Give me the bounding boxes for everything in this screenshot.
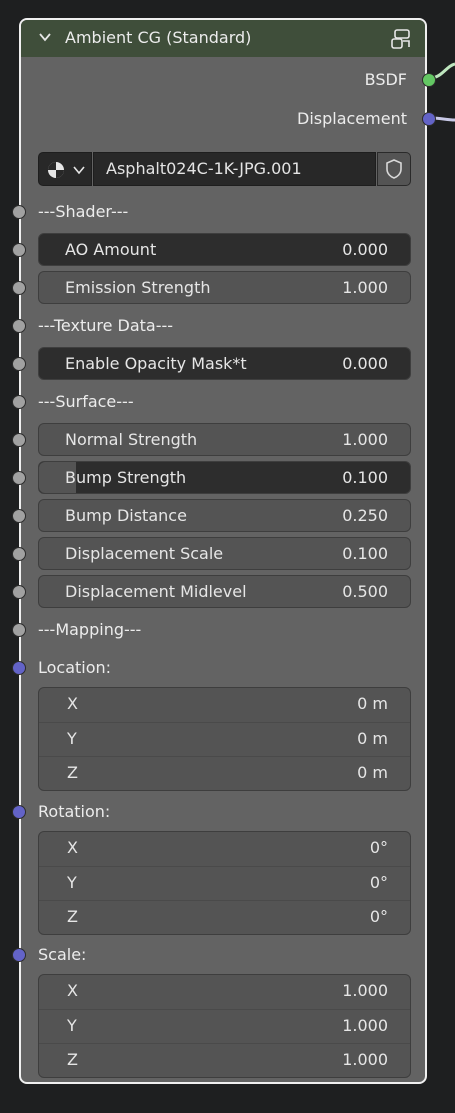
axis-z-label: Z [67,1050,78,1069]
enable-opacity-mask-label: Enable Opacity Mask*t [65,354,247,373]
displacement-midlevel-field[interactable]: Displacement Midlevel 0.500 [38,575,411,608]
scale-vector: X 1.000 Y 1.000 Z 1.000 [38,974,411,1078]
emission-strength-value: 1.000 [342,278,388,297]
scale-x-value: 1.000 [342,981,388,1000]
axis-y-label: Y [67,1016,77,1035]
input-socket-mapping-section[interactable] [12,623,26,637]
normal-strength-label: Normal Strength [65,430,198,449]
input-socket-normal-strength[interactable] [12,433,26,447]
location-x-value: 0 m [357,694,388,713]
datablock-name-field[interactable]: Asphalt024C-1K-JPG.001 [93,152,376,186]
axis-x-label: X [67,694,78,713]
rotation-y-field[interactable]: Y 0° [39,866,410,901]
displacement-scale-label: Displacement Scale [65,544,224,563]
input-socket-emission-strength[interactable] [12,281,26,295]
material-sphere-icon [48,162,64,178]
chevron-down-icon [73,166,85,175]
displacement-scale-field[interactable]: Displacement Scale 0.100 [38,537,411,570]
location-y-field[interactable]: Y 0 m [39,722,410,757]
normal-strength-value: 1.000 [342,430,388,449]
bump-strength-field[interactable]: Bump Strength 0.100 [38,461,411,494]
location-label: Location: [38,658,112,677]
input-socket-bump-distance[interactable] [12,509,26,523]
bump-distance-value: 0.250 [342,506,388,525]
node-title: Ambient CG (Standard) [65,28,252,47]
bump-distance-field[interactable]: Bump Distance 0.250 [38,499,411,532]
displacement-midlevel-value: 0.500 [342,582,388,601]
location-vector: X 0 m Y 0 m Z 0 m [38,687,411,791]
shield-icon [386,159,402,179]
scale-y-value: 1.000 [342,1016,388,1035]
input-socket-shader-section[interactable] [12,205,26,219]
displacement-scale-value: 0.100 [342,544,388,563]
rotation-x-field[interactable]: X 0° [39,832,410,866]
scale-z-value: 1.000 [342,1050,388,1069]
input-socket-scale[interactable] [12,948,26,962]
ao-amount-field[interactable]: AO Amount 0.000 [38,233,411,266]
chevron-down-icon[interactable] [38,30,52,44]
input-socket-texture-data-section[interactable] [12,319,26,333]
displacement-midlevel-label: Displacement Midlevel [65,582,247,601]
node-header[interactable]: Ambient CG (Standard) [21,20,425,57]
input-socket-location[interactable] [12,661,26,675]
bump-distance-label: Bump Distance [65,506,187,525]
scale-label: Scale: [38,945,87,964]
output-bsdf-socket[interactable] [422,73,436,87]
scale-x-field[interactable]: X 1.000 [39,975,410,1009]
rotation-y-value: 0° [369,873,388,892]
ambient-cg-node[interactable]: Ambient CG (Standard) BSDF Displacement … [12,18,436,1084]
location-y-value: 0 m [357,729,388,748]
location-z-field[interactable]: Z 0 m [39,756,410,791]
bump-strength-label: Bump Strength [65,468,187,487]
scale-z-field[interactable]: Z 1.000 [39,1043,410,1078]
input-socket-rotation[interactable] [12,805,26,819]
rotation-x-value: 0° [369,838,388,857]
location-z-value: 0 m [357,763,388,782]
section-shader-label: ---Shader--- [38,202,129,221]
enable-opacity-mask-field[interactable]: Enable Opacity Mask*t 0.000 [38,347,411,380]
output-displacement-label: Displacement [297,109,407,128]
bump-strength-value: 0.100 [342,468,388,487]
output-bsdf-label: BSDF [364,70,407,89]
axis-x-label: X [67,981,78,1000]
axis-y-label: Y [67,729,77,748]
location-x-field[interactable]: X 0 m [39,688,410,722]
material-datablock-selector[interactable]: Asphalt024C-1K-JPG.001 [38,152,411,186]
axis-x-label: X [67,838,78,857]
section-mapping-label: ---Mapping--- [38,620,142,639]
input-socket-ao-amount[interactable] [12,243,26,257]
scale-y-field[interactable]: Y 1.000 [39,1009,410,1044]
axis-z-label: Z [67,763,78,782]
emission-strength-field[interactable]: Emission Strength 1.000 [38,271,411,304]
rotation-z-value: 0° [369,907,388,926]
emission-strength-label: Emission Strength [65,278,211,297]
rotation-label: Rotation: [38,802,111,821]
rotation-z-field[interactable]: Z 0° [39,900,410,935]
axis-y-label: Y [67,873,77,892]
section-texture-data-label: ---Texture Data--- [38,316,174,335]
input-socket-surface-section[interactable] [12,395,26,409]
browse-material-button[interactable] [38,152,92,186]
enable-opacity-mask-value: 0.000 [342,354,388,373]
rotation-vector: X 0° Y 0° Z 0° [38,831,411,935]
ao-amount-value: 0.000 [342,240,388,259]
input-socket-enable-opacity-mask[interactable] [12,357,26,371]
fake-user-button[interactable] [377,152,411,186]
ao-amount-label: AO Amount [65,240,157,259]
input-socket-bump-strength[interactable] [12,471,26,485]
axis-z-label: Z [67,907,78,926]
input-socket-displacement-scale[interactable] [12,547,26,561]
node-group-icon[interactable] [389,27,413,51]
input-socket-displacement-midlevel[interactable] [12,585,26,599]
section-surface-label: ---Surface--- [38,392,134,411]
normal-strength-field[interactable]: Normal Strength 1.000 [38,423,411,456]
output-displacement-socket[interactable] [422,112,436,126]
